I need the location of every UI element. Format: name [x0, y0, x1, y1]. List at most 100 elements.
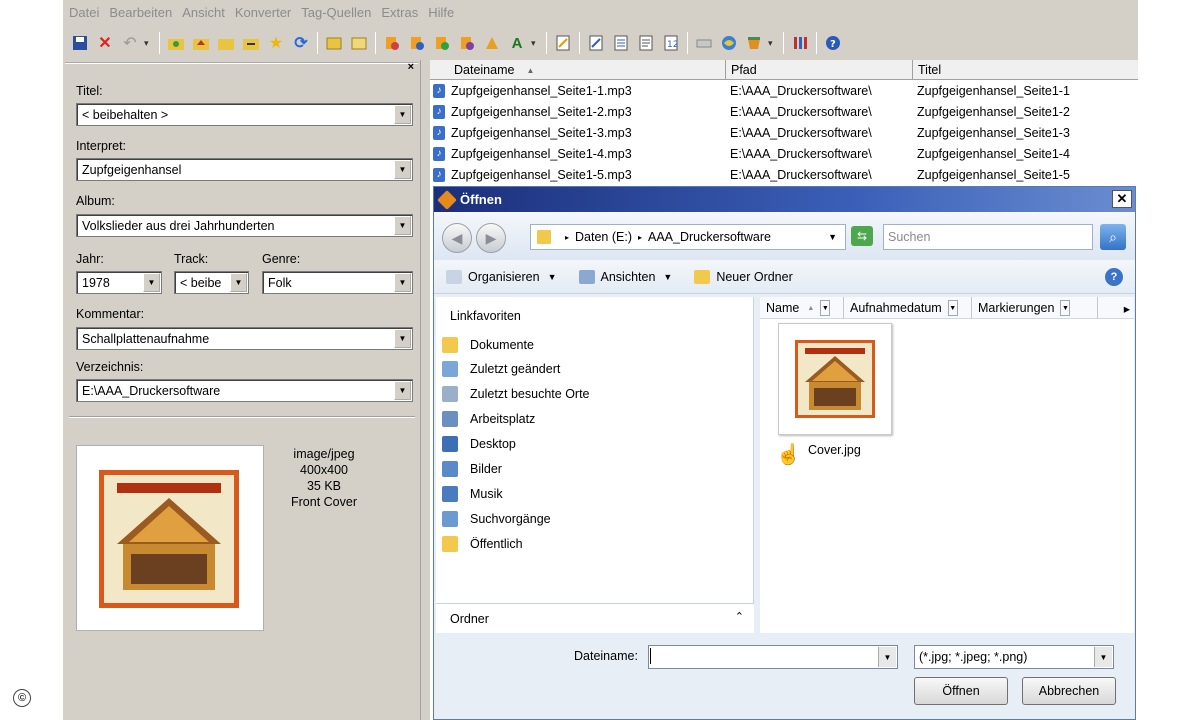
kommentar-combo[interactable]: Schallplattenaufnahme ▼: [76, 327, 413, 350]
tag-copy-icon[interactable]: [323, 32, 345, 54]
menu-extras[interactable]: Extras: [379, 5, 426, 20]
column-pfad[interactable]: Pfad: [726, 60, 913, 80]
refresh-icon[interactable]: ⇆: [851, 226, 873, 246]
folder-up-icon[interactable]: [190, 32, 212, 54]
file-name-label[interactable]: Cover.jpg: [808, 443, 861, 457]
close-icon[interactable]: ✕: [1112, 190, 1132, 208]
column-name[interactable]: Name ▲ ▼: [760, 297, 844, 319]
forward-button[interactable]: ▶: [476, 223, 506, 253]
table-row[interactable]: ♪ Zupfgeigenhansel_Seite1-3.mp3 E:\AAA_D…: [430, 122, 1138, 143]
chevron-down-icon[interactable]: ▼: [394, 273, 411, 292]
chevron-down-icon[interactable]: ▼: [143, 273, 160, 292]
chevron-down-icon[interactable]: ▼: [878, 647, 896, 667]
column-markierungen[interactable]: Markierungen ▼: [972, 297, 1098, 319]
jahr-combo[interactable]: 1978 ▼: [76, 271, 162, 294]
favorite-star-icon[interactable]: ★: [265, 32, 287, 54]
freedb-icon[interactable]: [743, 32, 765, 54]
chevron-down-icon[interactable]: ▼: [820, 300, 831, 316]
extended-tags-icon[interactable]: [552, 32, 574, 54]
chevron-down-icon[interactable]: ▼: [230, 273, 247, 292]
favorite-arbeitsplatz[interactable]: Arbeitsplatz: [442, 408, 535, 430]
column-dateiname[interactable]: Dateiname ▲: [430, 60, 726, 80]
chevron-down-icon[interactable]: ▼: [394, 329, 411, 348]
ansichten-button[interactable]: Ansichten ▼: [578, 269, 672, 284]
panel-close-icon[interactable]: ×: [408, 61, 414, 73]
search-icon[interactable]: ⌕: [1100, 224, 1126, 250]
table-row[interactable]: ♪ Zupfgeigenhansel_Seite1-1.mp3 E:\AAA_D…: [430, 80, 1138, 101]
favorite-oeffentlich[interactable]: Öffentlich: [442, 533, 523, 555]
interpret-combo[interactable]: Zupfgeigenhansel ▼: [76, 158, 413, 181]
chevron-down-icon[interactable]: ▼: [1060, 300, 1071, 316]
table-row[interactable]: ♪ Zupfgeigenhansel_Seite1-2.mp3 E:\AAA_D…: [430, 101, 1138, 122]
print-icon[interactable]: [693, 32, 715, 54]
menu-datei[interactable]: Datei: [67, 5, 107, 20]
breadcrumb-folder[interactable]: AAA_Druckersoftware: [648, 230, 771, 244]
menu-konverter[interactable]: Konverter: [233, 5, 299, 20]
open-button[interactable]: Öffnen: [914, 677, 1008, 705]
chevron-right-icon[interactable]: ▸: [1098, 297, 1134, 319]
folder-refresh-icon[interactable]: [240, 32, 262, 54]
options-icon[interactable]: [789, 32, 811, 54]
autonumber-icon[interactable]: [481, 32, 503, 54]
edit-tag-icon[interactable]: [585, 32, 607, 54]
chevron-down-icon[interactable]: ▼: [394, 160, 411, 179]
menu-tag-quellen[interactable]: Tag-Quellen: [299, 5, 379, 20]
open-folder-icon[interactable]: [165, 32, 187, 54]
titel-combo[interactable]: < beibehalten > ▼: [76, 103, 413, 126]
delete-icon[interactable]: ✕: [94, 32, 116, 54]
back-button[interactable]: ◀: [442, 223, 472, 253]
favorite-musik[interactable]: Musik: [442, 483, 503, 505]
column-aufnahmedatum[interactable]: Aufnahmedatum ▼: [844, 297, 972, 319]
favorite-bilder[interactable]: Bilder: [442, 458, 502, 480]
organisieren-button[interactable]: Organisieren ▼: [446, 269, 557, 284]
table-row[interactable]: ♪ Zupfgeigenhansel_Seite1-5.mp3 E:\AAA_D…: [430, 164, 1138, 185]
breadcrumb[interactable]: ▸ Daten (E:) ▸ AAA_Druckersoftware ▼: [530, 224, 846, 250]
chevron-right-icon[interactable]: ▸: [565, 233, 569, 242]
neuer-ordner-button[interactable]: Neuer Ordner: [694, 269, 793, 284]
playlist-icon[interactable]: [635, 32, 657, 54]
chevron-up-icon[interactable]: ⌃: [735, 610, 744, 623]
folder-tree-toggle[interactable]: Ordner ⌃: [436, 603, 754, 633]
filetype-select[interactable]: (*.jpg; *.jpeg; *.png) ▼: [914, 645, 1114, 669]
genre-combo[interactable]: Folk ▼: [262, 271, 413, 294]
numbering-icon[interactable]: 12: [660, 32, 682, 54]
favorite-zuletzt-geaendert[interactable]: Zuletzt geändert: [442, 358, 560, 380]
search-input[interactable]: Suchen: [883, 224, 1093, 250]
refresh-icon[interactable]: ⟳: [290, 32, 312, 54]
favorite-desktop[interactable]: Desktop: [442, 433, 516, 455]
case-conversion-icon[interactable]: A: [506, 32, 528, 54]
chevron-down-icon[interactable]: ▼: [394, 216, 411, 235]
cover-art-preview[interactable]: [76, 445, 264, 631]
cancel-button[interactable]: Abbrechen: [1022, 677, 1116, 705]
undo-dropdown-icon[interactable]: ▾: [144, 38, 154, 49]
favorite-zuletzt-besuchte-orte[interactable]: Zuletzt besuchte Orte: [442, 383, 590, 405]
favorite-suchvorgaenge[interactable]: Suchvorgänge: [442, 508, 551, 530]
verzeichnis-combo[interactable]: E:\AAA_Druckersoftware ▼: [76, 379, 413, 402]
case-dropdown-icon[interactable]: ▾: [531, 38, 541, 49]
filename-input[interactable]: ▼: [648, 645, 898, 669]
help-icon[interactable]: ?: [1105, 268, 1123, 286]
tag-paste-icon[interactable]: [348, 32, 370, 54]
album-combo[interactable]: Volkslieder aus drei Jahrhunderten ▼: [76, 214, 413, 237]
chevron-down-icon[interactable]: ▼: [394, 381, 411, 400]
convert-filename-tag-icon[interactable]: [381, 32, 403, 54]
file-thumbnail[interactable]: [778, 323, 892, 435]
chevron-down-icon[interactable]: ▼: [828, 232, 837, 242]
table-row[interactable]: ♪ Zupfgeigenhansel_Seite1-4.mp3 E:\AAA_D…: [430, 143, 1138, 164]
menu-bearbeiten[interactable]: Bearbeiten: [107, 5, 180, 20]
source-dropdown-icon[interactable]: ▾: [768, 38, 778, 49]
help-icon[interactable]: ?: [822, 32, 844, 54]
breadcrumb-drive[interactable]: Daten (E:): [575, 230, 632, 244]
chevron-down-icon[interactable]: ▼: [1094, 647, 1112, 667]
track-combo[interactable]: < beibe ▼: [174, 271, 249, 294]
chevron-down-icon[interactable]: ▼: [947, 300, 958, 316]
save-icon[interactable]: [69, 32, 91, 54]
folder-open-icon[interactable]: [215, 32, 237, 54]
column-titel[interactable]: Titel: [913, 60, 1138, 80]
menu-ansicht[interactable]: Ansicht: [180, 5, 233, 20]
convert-tag-tag-icon[interactable]: [431, 32, 453, 54]
favorite-dokumente[interactable]: Dokumente: [442, 334, 534, 356]
web-source-icon[interactable]: [718, 32, 740, 54]
export-icon[interactable]: [610, 32, 632, 54]
undo-icon[interactable]: ↶: [119, 32, 141, 54]
